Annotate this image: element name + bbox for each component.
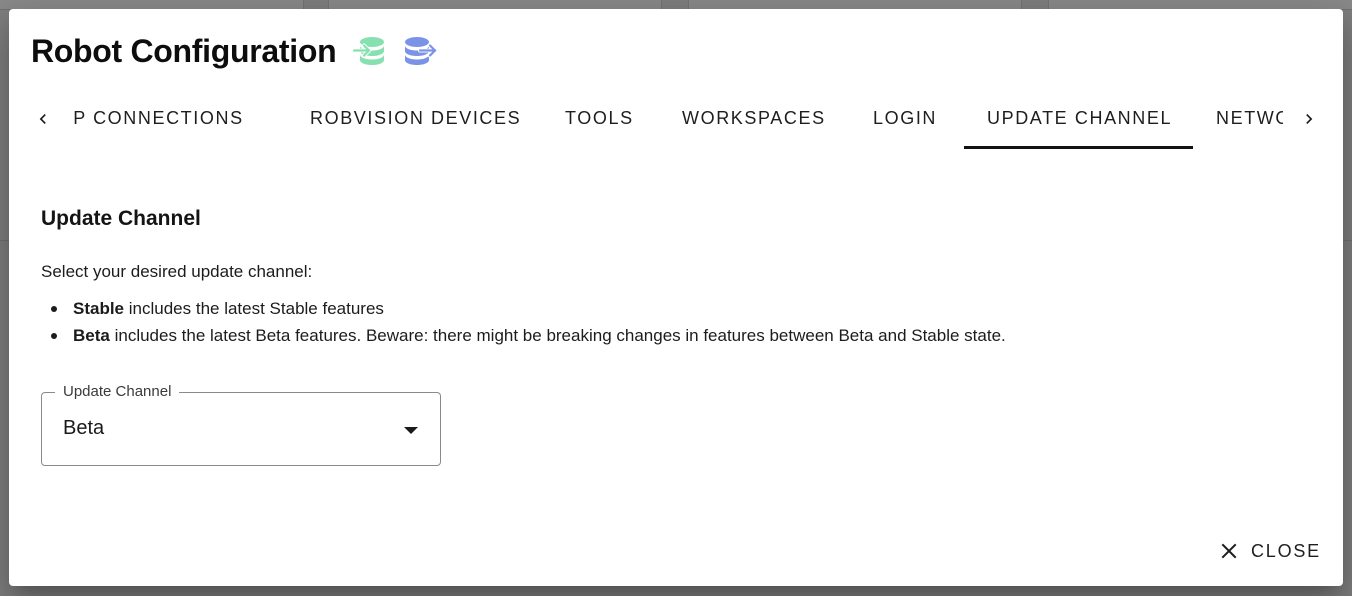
robot-configuration-dialog: Robot Configuration P CONNECTIONS ROBVIS… bbox=[9, 9, 1343, 586]
tab-workspaces[interactable]: WORKSPACES bbox=[659, 89, 849, 147]
update-channel-select[interactable]: Update Channel Beta bbox=[41, 383, 441, 466]
section-description: Select your desired update channel: bbox=[41, 262, 313, 281]
update-channel-panel: Update Channel Select your desired updat… bbox=[41, 207, 1301, 349]
tab-robvision-devices[interactable]: ROBVISION DEVICES bbox=[287, 89, 544, 147]
database-export-icon[interactable] bbox=[402, 33, 439, 69]
channel-info-list: Stable includes the latest Stable featur… bbox=[41, 295, 1301, 349]
select-value: Beta bbox=[63, 417, 105, 439]
channel-name-beta: Beta bbox=[73, 326, 110, 345]
channel-description-beta: includes the latest Beta features. Bewar… bbox=[109, 326, 1006, 345]
database-import-icon[interactable] bbox=[352, 33, 388, 69]
channel-name-stable: Stable bbox=[73, 299, 125, 318]
list-item: Beta includes the latest Beta features. … bbox=[51, 322, 1301, 349]
tabs-scroll-right-button[interactable] bbox=[1291, 101, 1327, 137]
channel-description-stable: includes the latest Stable features bbox=[124, 299, 384, 318]
dialog-header: Robot Configuration bbox=[31, 31, 439, 71]
close-button[interactable]: CLOSE bbox=[1221, 536, 1321, 566]
config-tabs: TCP CONNECTIONS ROBVISION DEVICES TOOLS … bbox=[25, 89, 1327, 149]
chevron-left-icon bbox=[39, 114, 46, 124]
section-title: Update Channel bbox=[41, 207, 201, 230]
dialog-title: Robot Configuration bbox=[31, 32, 337, 69]
tab-tcp-connections[interactable]: TCP CONNECTIONS bbox=[73, 89, 267, 147]
caret-down-icon bbox=[404, 427, 418, 434]
close-button-label: CLOSE bbox=[1250, 540, 1321, 561]
close-icon bbox=[1221, 543, 1237, 559]
select-label: Update Channel bbox=[55, 383, 180, 400]
list-item: Stable includes the latest Stable featur… bbox=[51, 295, 1301, 322]
tab-update-channel[interactable]: UPDATE CHANNEL bbox=[964, 89, 1193, 149]
tab-login[interactable]: LOGIN bbox=[850, 89, 960, 147]
chevron-right-icon bbox=[1306, 114, 1313, 124]
tab-network[interactable]: NETWORK bbox=[1193, 89, 1283, 147]
tabs-scroll-left-button[interactable] bbox=[25, 101, 61, 137]
tab-tools[interactable]: TOOLS bbox=[542, 89, 657, 147]
tabs-scroller: TCP CONNECTIONS ROBVISION DEVICES TOOLS … bbox=[73, 89, 1283, 149]
